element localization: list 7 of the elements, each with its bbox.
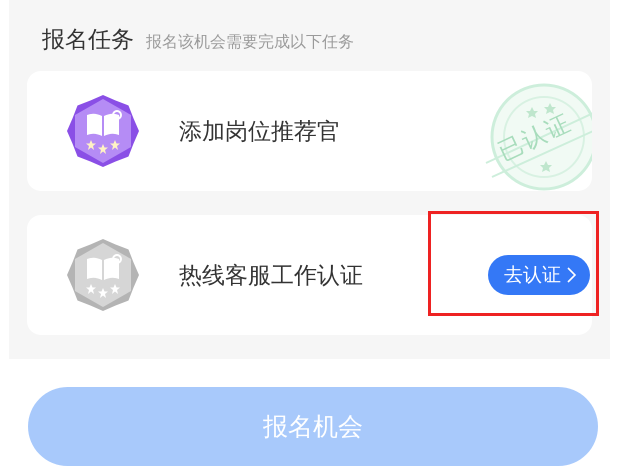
task-title: 添加岗位推荐官: [179, 118, 340, 146]
verified-stamp-text: 已认证: [492, 106, 578, 168]
task-title: 热线客服工作认证: [179, 262, 363, 290]
section-subtitle: 报名该机会需要完成以下任务: [146, 32, 354, 53]
verify-button[interactable]: 去认证: [488, 255, 590, 295]
section-title: 报名任务: [42, 26, 134, 55]
chevron-right-icon: [567, 267, 576, 283]
